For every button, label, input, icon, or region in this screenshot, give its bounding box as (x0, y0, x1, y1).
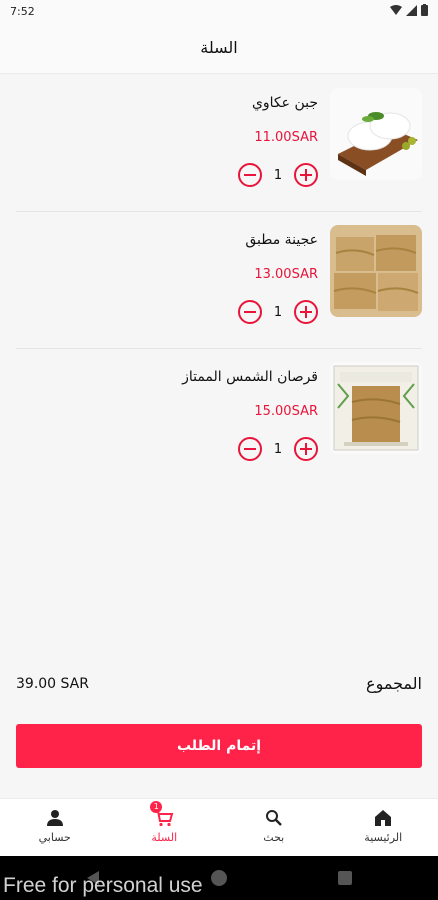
nav-item-home[interactable]: الرئيسية (329, 799, 438, 856)
home-circle-icon[interactable] (210, 869, 228, 887)
quantity-value: 1 (273, 167, 283, 183)
status-bar: 7:52 (0, 0, 438, 24)
item-price: 15.00SAR (254, 404, 318, 419)
nav-item-cart[interactable]: 1 السلة (110, 799, 220, 856)
app-header: السلة (0, 24, 438, 74)
increase-quantity-button[interactable] (294, 437, 318, 461)
decrease-quantity-button[interactable] (238, 300, 262, 324)
watermark-text: Free for personal use (3, 874, 203, 897)
signal-icon (406, 4, 417, 16)
nav-label: السلة (151, 831, 178, 844)
quantity-stepper: 1 (238, 163, 318, 187)
quantity-stepper: 1 (238, 437, 318, 461)
nav-label: حسابي (38, 831, 71, 844)
item-name: جبن عكاوي (251, 95, 318, 111)
nav-label: بحث (263, 831, 285, 844)
decrease-quantity-button[interactable] (238, 163, 262, 187)
home-icon (375, 810, 392, 826)
cart-item: قرصان الشمس الممتاز 15.00SAR 1 (16, 349, 422, 486)
bottom-nav: حسابي 1 السلة بحث الرئيسية (0, 798, 438, 856)
status-time: 7:52 (10, 5, 35, 18)
search-icon (265, 810, 282, 826)
total-label: المجموع (366, 674, 422, 693)
product-image-mutabbaq-dough[interactable] (330, 225, 422, 317)
cart-item: جبن عكاوي 11.00SAR 1 (16, 75, 422, 212)
total-row: المجموع 39.00 SAR (16, 674, 422, 698)
product-image-akkawi-cheese[interactable] (330, 88, 422, 180)
person-icon (46, 810, 63, 826)
product-image-qursan-box[interactable] (330, 362, 422, 454)
nav-item-search[interactable]: بحث (219, 799, 329, 856)
item-price: 13.00SAR (254, 267, 318, 282)
nav-label: الرئيسية (364, 831, 403, 844)
quantity-value: 1 (273, 441, 283, 457)
status-icons (390, 4, 428, 16)
decrease-quantity-button[interactable] (238, 437, 262, 461)
quantity-stepper: 1 (238, 300, 318, 324)
item-price: 11.00SAR (254, 130, 318, 145)
recents-icon[interactable] (337, 870, 353, 886)
quantity-value: 1 (273, 304, 283, 320)
wifi-icon (390, 4, 402, 15)
item-name: قرصان الشمس الممتاز (182, 369, 318, 385)
page-title: السلة (200, 38, 238, 57)
battery-icon (421, 4, 428, 16)
item-name: عجينة مطبق (245, 232, 318, 248)
nav-item-account[interactable]: حسابي (0, 799, 110, 856)
cart-list: جبن عكاوي 11.00SAR 1 عجينة مطبق 13.00SAR… (0, 75, 438, 486)
increase-quantity-button[interactable] (294, 300, 318, 324)
increase-quantity-button[interactable] (294, 163, 318, 187)
cart-item: عجينة مطبق 13.00SAR 1 (16, 212, 422, 349)
total-value: 39.00 SAR (16, 676, 89, 692)
checkout-button[interactable]: إتمام الطلب (16, 724, 422, 768)
